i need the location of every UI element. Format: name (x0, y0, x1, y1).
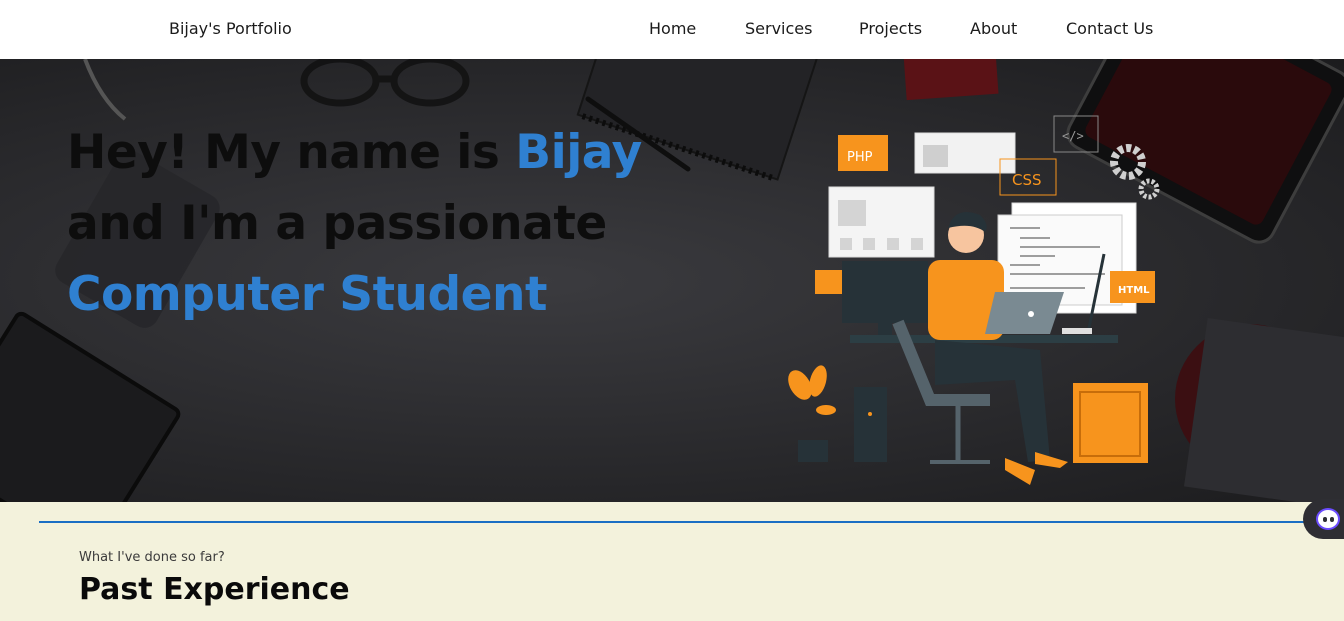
navbar: Bijay's Portfolio Home Services Projects… (0, 0, 1344, 59)
experience-subtitle: What I've done so far? (79, 550, 225, 565)
hero-line2: and I'm a passionate (67, 196, 607, 251)
css-tag: CSS (1012, 171, 1042, 189)
html-tag: HTML (1118, 285, 1150, 296)
brand-link[interactable]: Bijay's Portfolio (169, 19, 292, 38)
nav-link-contact[interactable]: Contact Us (1066, 19, 1153, 38)
nav-link-about[interactable]: About (970, 19, 1017, 38)
chat-widget-button[interactable] (1303, 499, 1344, 539)
section-divider (39, 521, 1344, 523)
hero-heading: Hey! My name is Bijay and I'm a passiona… (67, 117, 767, 330)
hero-line3: Computer Student (67, 267, 547, 322)
developer-illustration: PHP CSS </> HTML (788, 115, 1160, 485)
hero-name: Bijay (515, 125, 642, 180)
hero-line1-prefix: Hey! My name is (67, 125, 516, 180)
php-tag: PHP (847, 150, 873, 165)
hero-section: Hey! My name is Bijay and I'm a passiona… (0, 59, 1344, 502)
chatbot-icon (1316, 508, 1340, 530)
nav-link-services[interactable]: Services (745, 19, 812, 38)
svg-text:</>: </> (1062, 129, 1084, 143)
experience-title: Past Experience (79, 572, 350, 607)
nav-link-home[interactable]: Home (649, 19, 696, 38)
nav-link-projects[interactable]: Projects (859, 19, 922, 38)
